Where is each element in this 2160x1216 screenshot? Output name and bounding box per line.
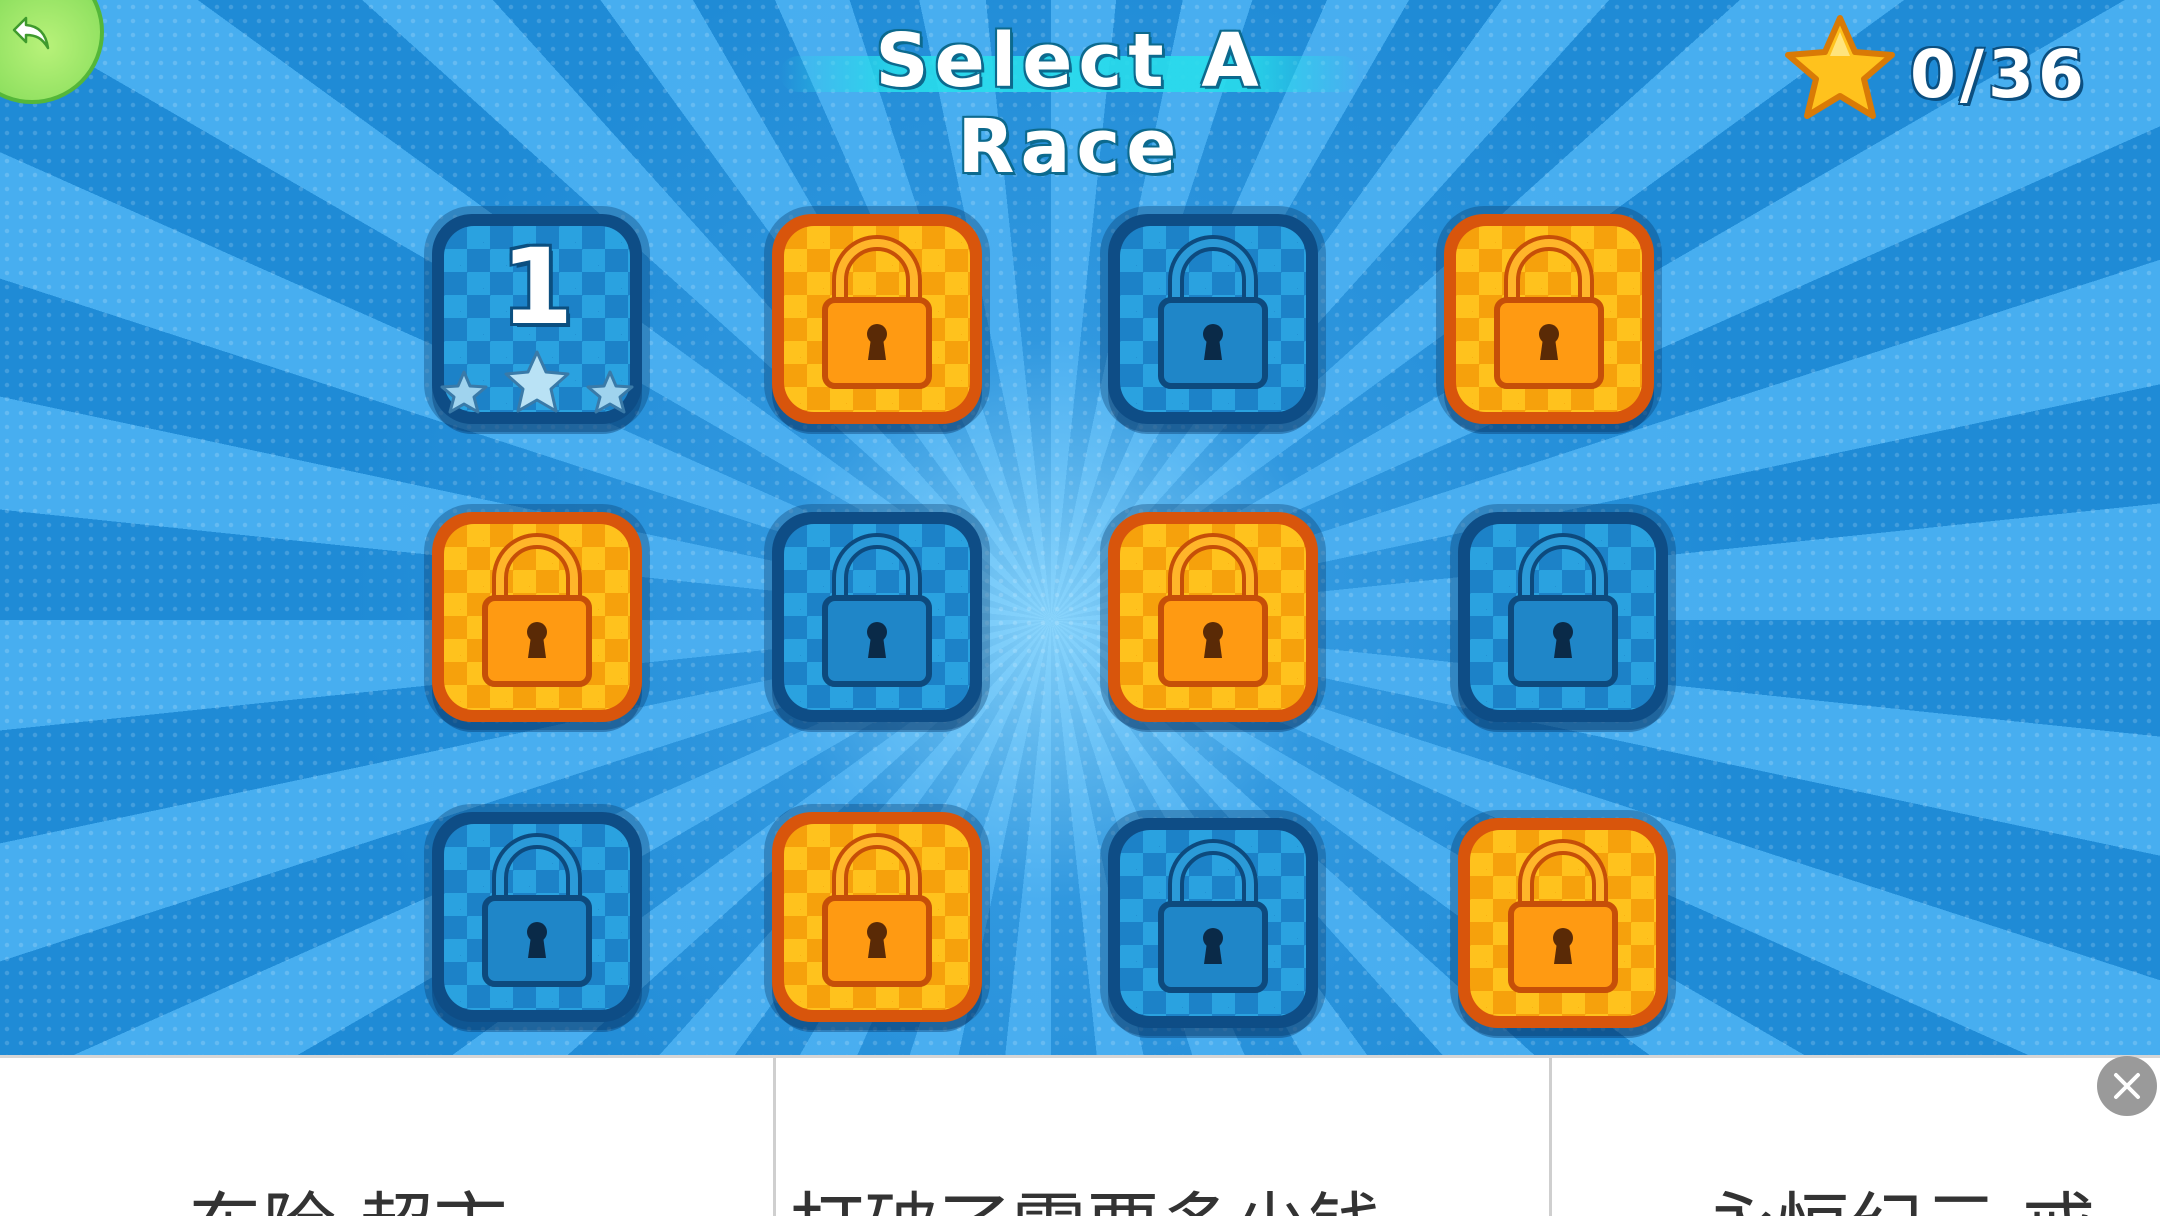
padlock-icon bbox=[822, 235, 932, 389]
ad-item[interactable]: 东险 超市 bbox=[0, 1058, 773, 1216]
ad-item-text: 东险 超市 bbox=[188, 1168, 508, 1216]
star-icon bbox=[1785, 15, 1895, 119]
level-1-button[interactable]: 1 bbox=[432, 214, 642, 424]
star-counter: 0/36 bbox=[1780, 10, 2120, 130]
star-icon bbox=[440, 370, 488, 414]
padlock-icon bbox=[482, 533, 592, 687]
padlock-icon bbox=[1494, 235, 1604, 389]
level-2-locked-button[interactable] bbox=[772, 214, 982, 424]
ad-item[interactable]: 永恒纪元·戒 bbox=[1549, 1058, 2160, 1216]
star-count: 0/36 bbox=[1910, 36, 2088, 113]
level-3-locked-button[interactable] bbox=[1108, 214, 1318, 424]
back-arrow-icon bbox=[12, 16, 50, 50]
level-5-locked-button[interactable] bbox=[432, 512, 642, 722]
padlock-icon bbox=[1158, 839, 1268, 993]
padlock-icon bbox=[1158, 235, 1268, 389]
ad-item-text: 打破了需要多少钱 bbox=[790, 1168, 1382, 1216]
level-8-locked-button[interactable] bbox=[1458, 512, 1668, 722]
padlock-icon bbox=[1508, 839, 1618, 993]
padlock-icon bbox=[822, 533, 932, 687]
star-icon bbox=[504, 350, 570, 413]
padlock-icon bbox=[1158, 533, 1268, 687]
page-title: Select A Race bbox=[875, 18, 1265, 190]
ad-item-text: 永恒纪元·戒 bbox=[1702, 1168, 2096, 1216]
race-select-screen: Select A Race 0/36 1 bbox=[0, 0, 2160, 1216]
padlock-icon bbox=[822, 833, 932, 987]
level-6-locked-button[interactable] bbox=[772, 512, 982, 722]
level-10-locked-button[interactable] bbox=[772, 812, 982, 1022]
padlock-icon bbox=[1508, 533, 1618, 687]
level-stars bbox=[440, 350, 634, 414]
level-12-locked-button[interactable] bbox=[1458, 818, 1668, 1028]
level-7-locked-button[interactable] bbox=[1108, 512, 1318, 722]
level-9-locked-button[interactable] bbox=[432, 812, 642, 1022]
ad-banner: 东险 超市 打破了需要多少钱 永恒纪元·戒 bbox=[0, 1055, 2160, 1216]
level-11-locked-button[interactable] bbox=[1108, 818, 1318, 1028]
level-4-locked-button[interactable] bbox=[1444, 214, 1654, 424]
close-icon bbox=[2114, 1073, 2140, 1099]
padlock-icon bbox=[482, 833, 592, 987]
title-banner: Select A Race bbox=[760, 18, 1380, 190]
ad-item[interactable]: 打破了需要多少钱 bbox=[773, 1058, 1549, 1216]
level-number: 1 bbox=[500, 226, 574, 348]
star-icon bbox=[586, 370, 634, 414]
ad-close-button[interactable] bbox=[2097, 1056, 2157, 1116]
